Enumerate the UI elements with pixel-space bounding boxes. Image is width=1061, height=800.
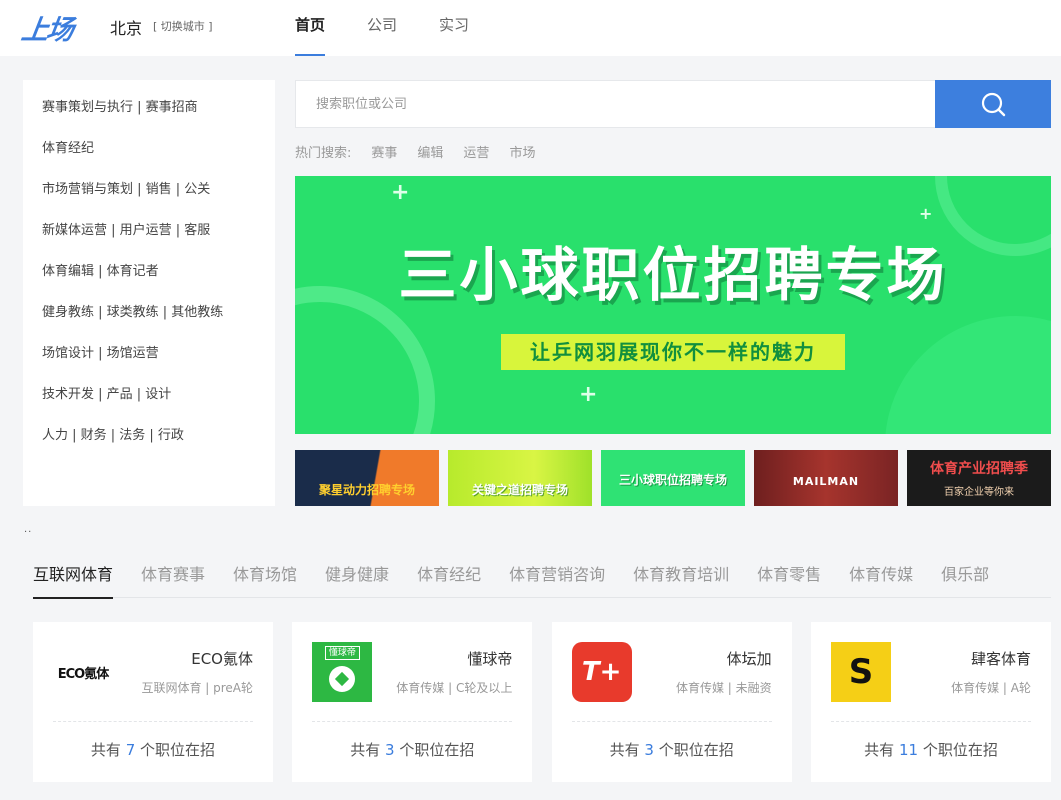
search-box — [295, 80, 1051, 128]
site-logo[interactable]: 上场 — [19, 8, 74, 46]
switch-city-link[interactable]: [ 切换城市 ] — [153, 18, 213, 34]
job-count: 共有 3 个职位在招 — [609, 741, 734, 759]
company-name: 体坛加 — [726, 650, 772, 668]
tab-sports-retail[interactable]: 体育零售 — [757, 560, 821, 598]
company-meta: 体育传媒 | A轮 — [951, 681, 1031, 695]
company-logo: T+ — [571, 642, 632, 702]
plus-icon: + — [919, 204, 933, 223]
dots-indicator: .. — [24, 524, 33, 535]
tab-internet-sports[interactable]: 互联网体育 — [33, 560, 114, 599]
company-cards: ECO氪体 ECO氪体 互联网体育 | preA轮 共有 7 个职位在招 懂球帝… — [33, 622, 1051, 782]
job-count: 共有 11 个职位在招 — [864, 741, 998, 759]
company-card[interactable]: ECO氪体 ECO氪体 互联网体育 | preA轮 共有 7 个职位在招 — [33, 622, 273, 782]
banner-decoration — [885, 316, 1051, 434]
banner-thumbnail[interactable]: 关键之道招聘专场 — [448, 450, 592, 506]
company-logo: 懂球帝 — [312, 642, 373, 702]
thumbnail-sublabel: 百家企业等你来 — [944, 487, 1014, 498]
thumbnail-label: 关键之道招聘专场 — [471, 483, 568, 497]
nav-home[interactable]: 首页 — [281, 0, 339, 56]
banner-subtitle: 让乒网羽展现你不一样的魅力 — [501, 334, 845, 370]
nav-companies[interactable]: 公司 — [353, 0, 411, 56]
company-logo: ECO氪体 — [53, 642, 113, 702]
job-count: 共有 3 个职位在招 — [350, 741, 475, 759]
category-item[interactable]: 赛事策划与执行 | 赛事招商 — [23, 98, 275, 139]
hot-search-word[interactable]: 市场 — [509, 142, 535, 161]
nav-internship[interactable]: 实习 — [425, 0, 483, 56]
header: 上场 北京 [ 切换城市 ] 首页 公司 实习 — [0, 0, 1061, 56]
category-item[interactable]: 健身教练 | 球类教练 | 其他教练 — [23, 303, 275, 344]
tab-fitness[interactable]: 健身健康 — [325, 560, 389, 598]
card-divider — [571, 721, 772, 722]
plus-icon: + — [391, 180, 410, 205]
card-divider — [312, 721, 513, 722]
search-icon — [981, 92, 1006, 117]
banner-title: 三小球职位招聘专场 — [398, 241, 948, 309]
main-nav: 首页 公司 实习 — [281, 0, 497, 56]
category-item[interactable]: 体育编辑 | 体育记者 — [23, 262, 275, 303]
thumbnail-label: 体育产业招聘季 — [930, 461, 1028, 477]
category-item[interactable]: 新媒体运营 | 用户运营 | 客服 — [23, 221, 275, 262]
company-meta: 体育传媒 | C轮及以上 — [396, 681, 513, 695]
category-item[interactable]: 技术开发 | 产品 | 设计 — [23, 385, 275, 426]
banner-thumbnail[interactable]: MAILMAN — [754, 450, 898, 506]
tab-sports-media[interactable]: 体育传媒 — [849, 560, 913, 598]
thumbnail-label: MAILMAN — [792, 475, 860, 488]
card-divider — [830, 721, 1031, 722]
thumbnail-label: 三小球职位招聘专场 — [618, 473, 727, 487]
company-card[interactable]: T+ 体坛加 体育传媒 | 未融资 共有 3 个职位在招 — [551, 622, 792, 782]
company-card[interactable]: S 肆客体育 体育传媒 | A轮 共有 11 个职位在招 — [810, 622, 1051, 782]
banner-thumbnails: 聚星动力招聘专场 关键之道招聘专场 三小球职位招聘专场 MAILMAN 体育产业… — [295, 450, 1051, 506]
company-name: 懂球帝 — [467, 650, 513, 668]
hot-search-label: 热门搜索: — [295, 146, 352, 161]
company-meta: 体育传媒 | 未融资 — [675, 681, 772, 695]
tab-sports-events[interactable]: 体育赛事 — [141, 560, 205, 598]
job-category-panel: 赛事策划与执行 | 赛事招商 体育经纪 市场营销与策划 | 销售 | 公关 新媒… — [23, 80, 275, 506]
category-item[interactable]: 体育经纪 — [23, 139, 275, 180]
card-divider — [53, 721, 253, 722]
company-logo: S — [830, 642, 891, 702]
banner-thumbnail[interactable]: 体育产业招聘季 百家企业等你来 — [907, 450, 1051, 506]
company-name: ECO氪体 — [191, 650, 253, 668]
current-city: 北京 — [110, 19, 143, 38]
thumbnail-label: 聚星动力招聘专场 — [318, 483, 415, 497]
banner-thumbnail[interactable]: 聚星动力招聘专场 — [295, 450, 439, 506]
football-icon — [329, 666, 356, 692]
hot-search-word[interactable]: 赛事 — [371, 142, 397, 161]
tab-sports-education[interactable]: 体育教育培训 — [633, 560, 729, 598]
company-card[interactable]: 懂球帝 懂球帝 体育传媒 | C轮及以上 共有 3 个职位在招 — [292, 622, 533, 782]
tab-sports-agency[interactable]: 体育经纪 — [417, 560, 481, 598]
category-item[interactable]: 市场营销与策划 | 销售 | 公关 — [23, 180, 275, 221]
hot-search: 热门搜索: 赛事 编辑 运营 市场 — [295, 142, 555, 161]
job-count: 共有 7 个职位在招 — [90, 741, 216, 759]
main-banner[interactable]: + + + 三小球职位招聘专场 让乒网羽展现你不一样的魅力 — [295, 176, 1051, 434]
tab-clubs[interactable]: 俱乐部 — [941, 560, 989, 598]
banner-thumbnail[interactable]: 三小球职位招聘专场 — [601, 450, 745, 506]
search-button[interactable] — [935, 80, 1051, 128]
hot-search-word[interactable]: 编辑 — [417, 142, 443, 161]
category-item[interactable]: 人力 | 财务 | 法务 | 行政 — [23, 426, 275, 467]
category-item[interactable]: 场馆设计 | 场馆运营 — [23, 344, 275, 385]
plus-icon: + — [579, 382, 598, 407]
tab-sports-marketing[interactable]: 体育营销咨询 — [509, 560, 605, 598]
tab-sports-venues[interactable]: 体育场馆 — [233, 560, 297, 598]
company-name: 肆客体育 — [970, 650, 1031, 668]
search-input[interactable] — [295, 80, 935, 128]
hot-search-word[interactable]: 运营 — [463, 142, 489, 161]
company-meta: 互联网体育 | preA轮 — [141, 681, 253, 695]
industry-tabs: 互联网体育 体育赛事 体育场馆 健身健康 体育经纪 体育营销咨询 体育教育培训 … — [33, 560, 1051, 599]
